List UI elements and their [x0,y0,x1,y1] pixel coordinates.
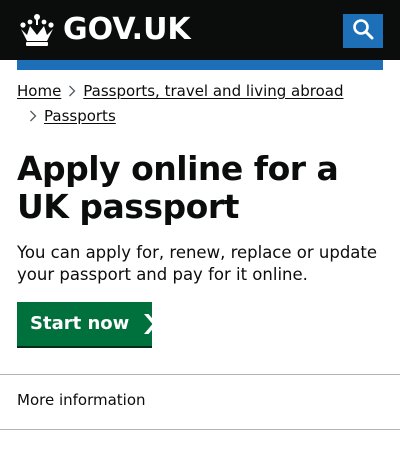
header-accent-bar [17,60,383,70]
search-button[interactable] [343,14,383,48]
breadcrumb-home-link[interactable]: Home [17,80,61,102]
start-now-button[interactable]: Start now [17,302,157,346]
breadcrumb: Home Passports, travel and living abroad… [17,80,383,130]
section-divider [0,374,400,375]
chevron-right-icon [63,80,81,102]
breadcrumb-passports-link[interactable]: Passports [44,105,116,127]
breadcrumb-row: Passports [17,105,383,127]
chevron-right-icon [24,105,42,127]
page-lede: You can apply for, renew, replace or upd… [17,243,378,284]
start-now-label: Start now [30,313,130,334]
govuk-logo-link[interactable]: GOV.UK [17,12,191,48]
more-information-heading: More information [17,391,146,409]
page-title: Apply online for a UK passport [17,149,339,226]
search-icon [352,18,374,44]
chevron-right-icon [144,314,158,338]
brand-text: GOV.UK [63,12,191,47]
site-header: GOV.UK [0,0,400,60]
breadcrumb-row: Home Passports, travel and living abroad [17,80,383,102]
crown-icon [17,13,57,47]
breadcrumb-passports-travel-link[interactable]: Passports, travel and living abroad [83,80,343,102]
section-divider [0,429,400,430]
